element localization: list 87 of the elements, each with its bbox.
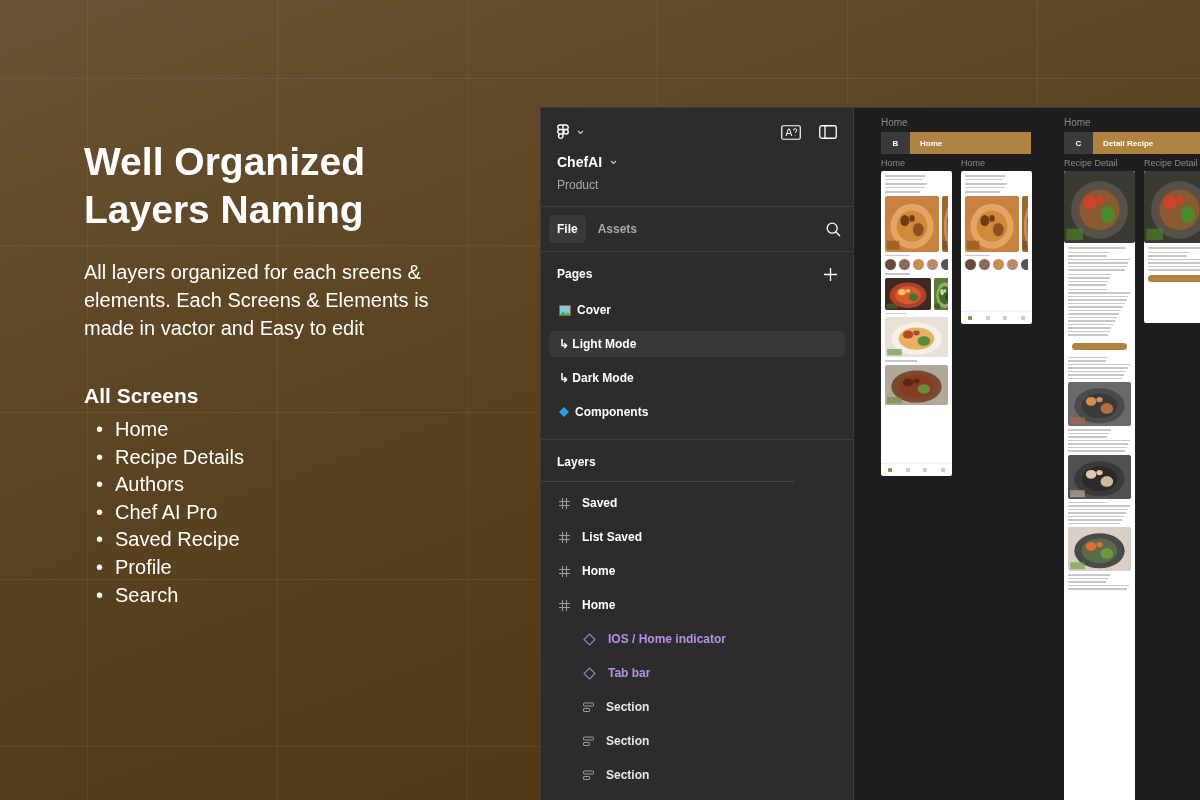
section-icon [583, 701, 594, 713]
screen-list-item: Chef AI Pro [115, 499, 218, 525]
screen-list-item: Authors [115, 472, 184, 498]
diamond-icon [583, 632, 596, 646]
section-label: Home [1064, 117, 1092, 130]
frame-label: Recipe Detail [1144, 158, 1198, 168]
section-label: Home [881, 117, 909, 130]
section-icon [583, 769, 594, 781]
screen-list-item: Profile [115, 554, 172, 580]
author-avatar [979, 259, 990, 270]
hero-title: Well Organized Layers Naming [84, 139, 366, 233]
pages-title: Pages [557, 267, 593, 281]
bullet-mark: • [96, 527, 103, 553]
layer-item[interactable]: Saved [541, 486, 853, 520]
add-icon[interactable] [824, 267, 837, 281]
action-bar [1072, 342, 1127, 350]
frame-label: Home [961, 158, 985, 168]
screen-list-item: Home [115, 417, 169, 442]
chevron-icon[interactable] [577, 129, 584, 135]
page-item[interactable]: ↳ Light Mode [549, 331, 845, 357]
page-item[interactable]: ↳ Dark Mode [549, 365, 845, 391]
layer-item[interactable]: Tab bar [541, 656, 853, 690]
frame-icon [559, 497, 570, 509]
bullet-mark: • [96, 472, 103, 498]
layer-name: Section [606, 700, 650, 714]
bullet-mark: • [96, 417, 103, 442]
page-name: ↳ Light Mode [559, 337, 637, 351]
action-bar [1148, 274, 1200, 282]
bullet-mark: • [96, 582, 103, 608]
diamond-icon [559, 407, 569, 417]
page-name: ↳ Dark Mode [559, 371, 634, 385]
layer-item[interactable]: IOS / Home indicator [541, 622, 853, 656]
text-check-icon[interactable] [781, 124, 801, 140]
author-avatar [927, 259, 938, 270]
layer-item[interactable]: Section [541, 724, 853, 758]
chevron-icon[interactable] [610, 159, 618, 165]
page-item[interactable]: Components [549, 399, 845, 425]
author-avatar [993, 259, 1004, 270]
page-name: Components [575, 405, 649, 419]
layer-name: List Saved [582, 530, 643, 544]
layer-item[interactable]: List Saved [541, 520, 853, 554]
layer-name: Section [606, 768, 650, 782]
author-avatar [913, 259, 924, 270]
logo-icon[interactable] [557, 124, 569, 140]
panel-tab[interactable]: File [549, 215, 586, 243]
frame-label: Recipe Detail [1064, 158, 1118, 168]
screen-list-item: Saved Recipe [115, 527, 240, 553]
frame-icon [559, 531, 570, 543]
sidebar-toggle-icon[interactable] [819, 125, 837, 139]
section-letter: C [1064, 132, 1093, 154]
frame-label: Home [881, 158, 905, 168]
team-name: Product [557, 178, 600, 192]
layer-name: Tab bar [608, 666, 651, 680]
layer-item[interactable]: Home [541, 588, 853, 622]
author-avatar [1007, 259, 1018, 270]
author-avatar [885, 259, 896, 270]
frame-icon [559, 599, 570, 611]
layers-title: Layers [557, 455, 597, 469]
section-title: Detail Recipe [1093, 132, 1200, 154]
section-icon [583, 735, 594, 747]
section-letter: B [881, 132, 910, 154]
layer-name: IOS / Home indicator [608, 632, 727, 646]
bullet-mark: • [96, 554, 103, 580]
author-avatar [899, 259, 910, 270]
bullet-mark: • [96, 499, 103, 525]
page-name: Cover [577, 303, 611, 317]
section-title: Home [910, 132, 1031, 154]
layer-name: Home [582, 598, 616, 612]
layer-name: Section [606, 734, 650, 748]
list-title: All Screens [84, 384, 200, 408]
page-item[interactable]: Cover [549, 297, 845, 323]
author-avatar [965, 259, 976, 270]
bullet-mark: • [96, 444, 103, 470]
layer-item[interactable]: Section [541, 758, 853, 792]
layer-item[interactable]: Home [541, 554, 853, 588]
screen-list-item: Recipe Details [115, 444, 244, 470]
layer-item[interactable]: Section [541, 690, 853, 724]
image-icon [559, 304, 571, 316]
hero-description: All layers organized for each sreens & elements. Each Screens & Elements is made in vactor and Easy to edit [84, 260, 430, 341]
layer-name: Saved [582, 496, 618, 510]
diamond-icon [583, 666, 596, 680]
search-icon[interactable] [826, 221, 841, 237]
layer-name: Home [582, 564, 616, 578]
file-name[interactable]: ChefAI [557, 154, 603, 170]
panel-tab[interactable]: Assets [589, 215, 646, 243]
screen-list-item: Search [115, 582, 179, 608]
frame-icon [559, 565, 570, 577]
